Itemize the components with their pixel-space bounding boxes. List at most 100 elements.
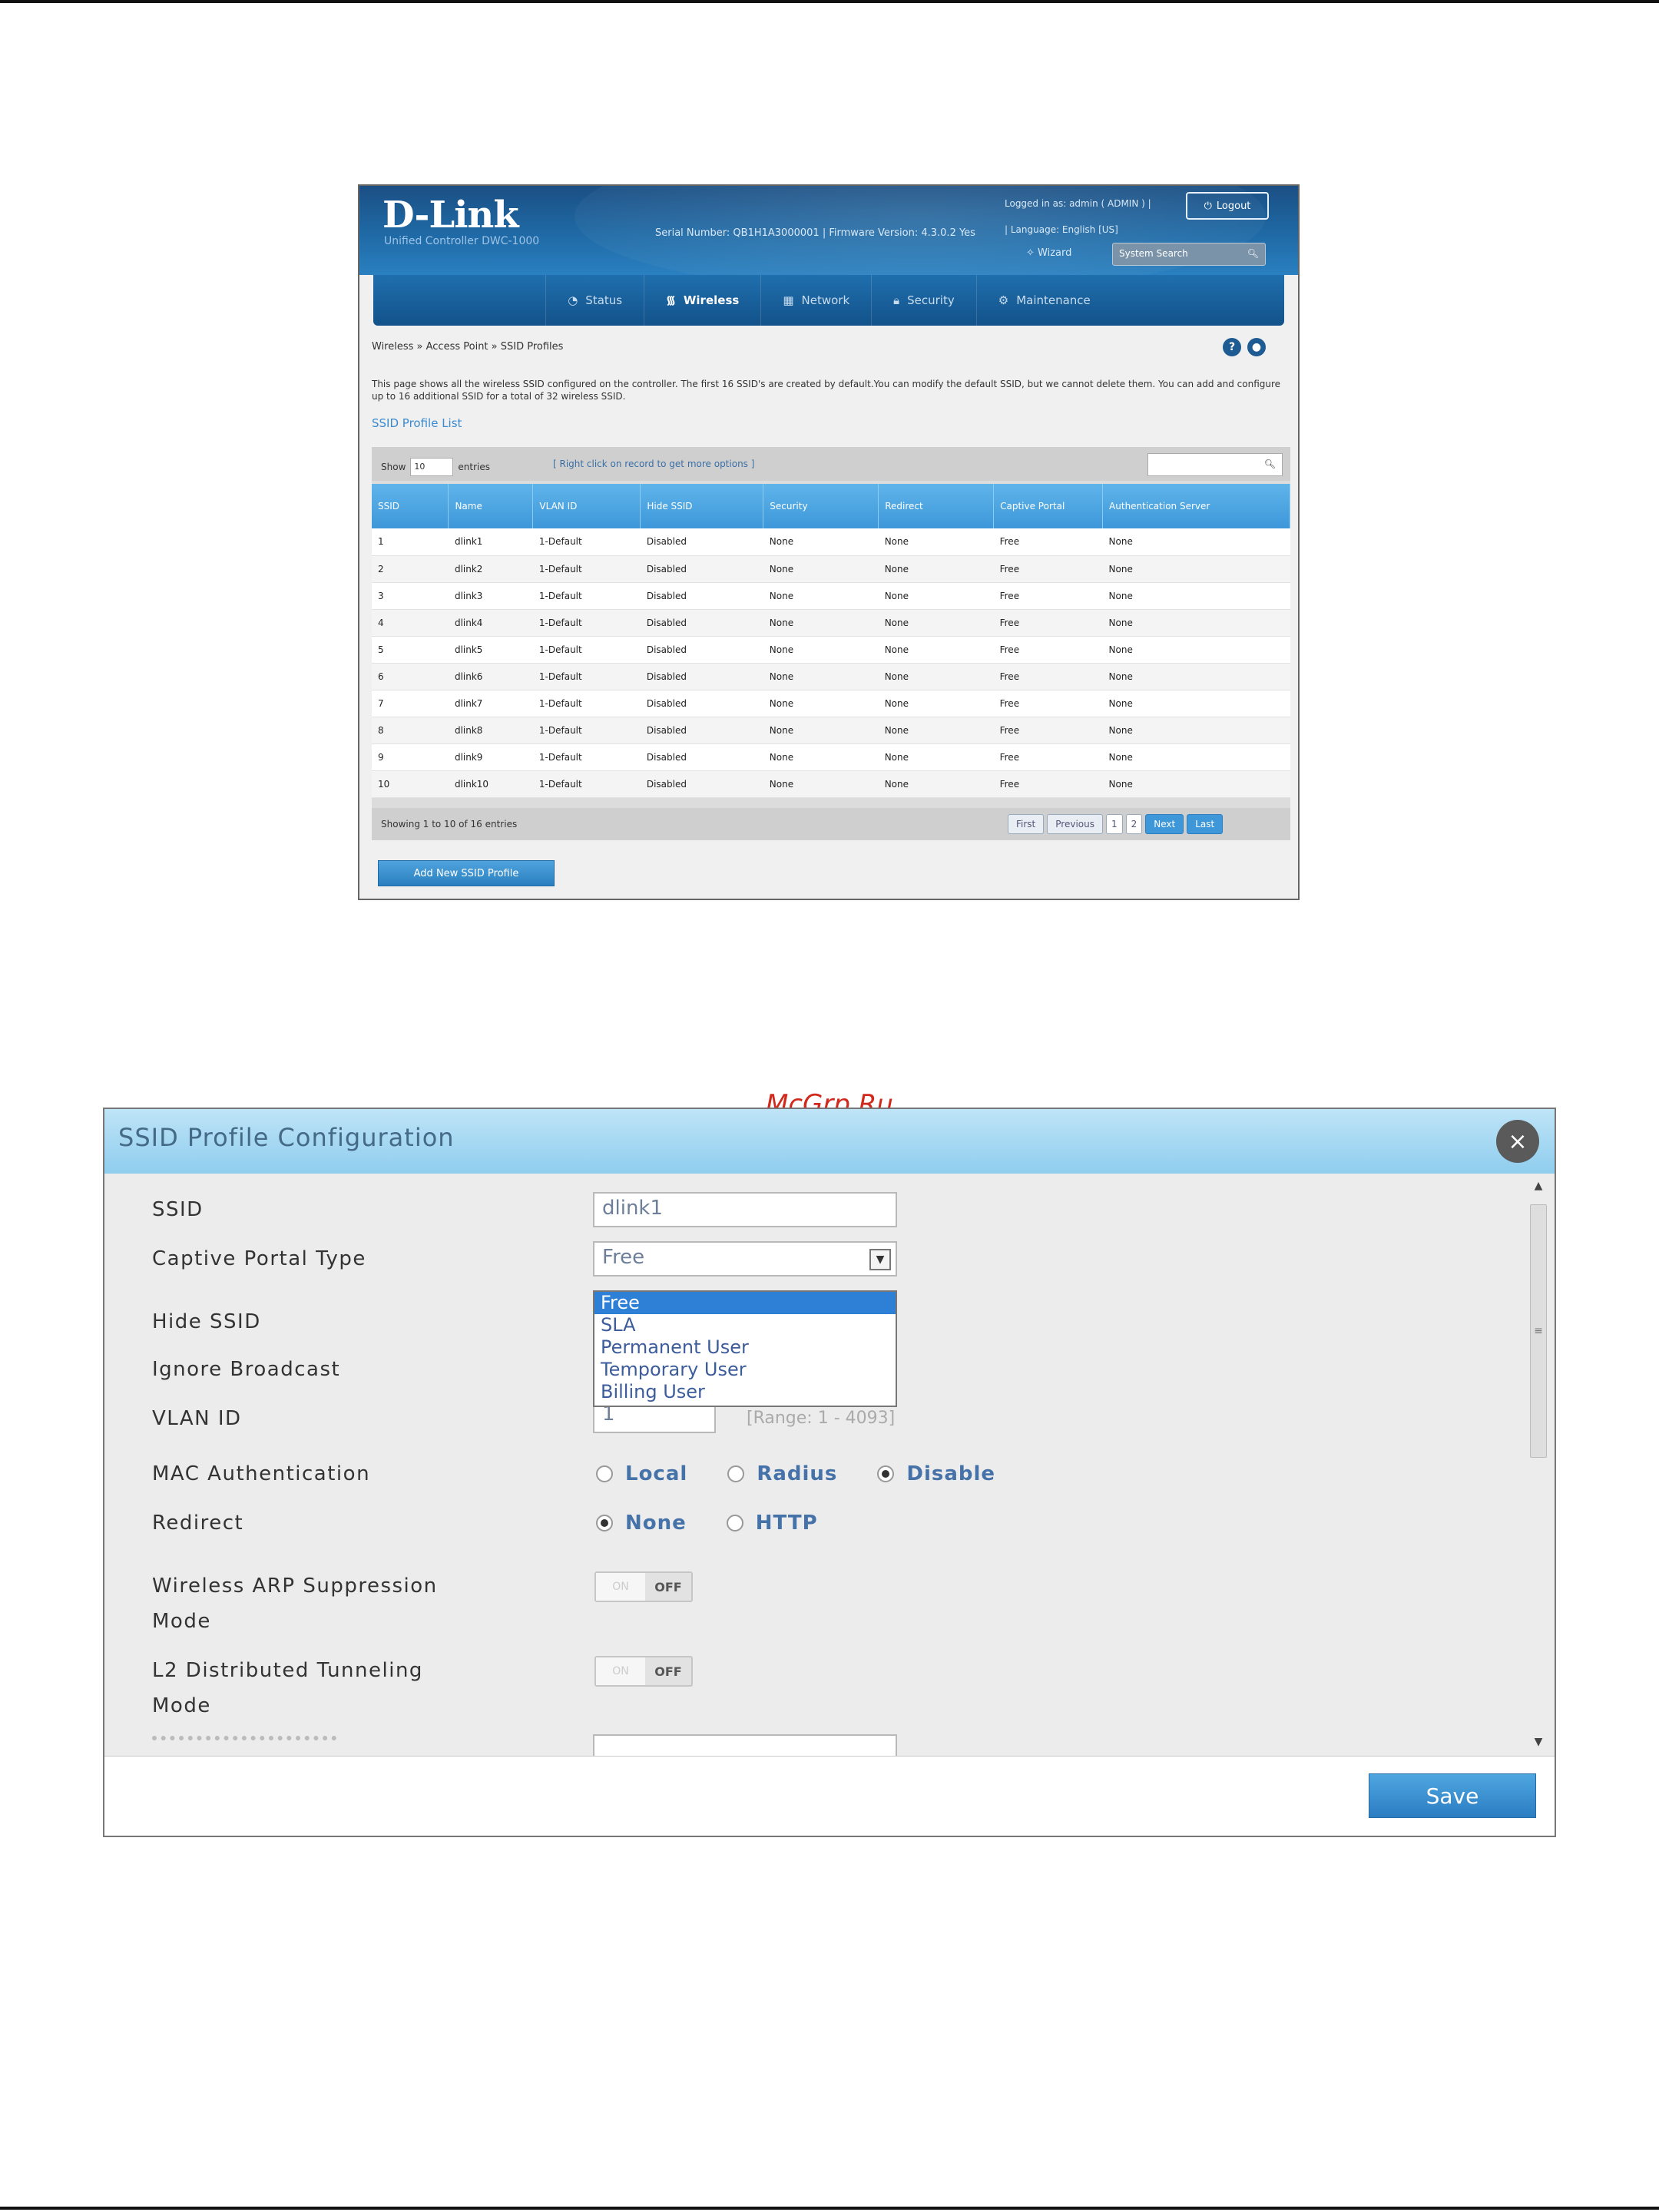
table-row[interactable]: 10 dlink10 1-Default Disabled None None Free No…	[372, 770, 1290, 798]
table-row[interactable]: 3 dlink3 1-Default Disabled None None Free None	[372, 582, 1290, 610]
ssid-table: SSID Name VLAN ID Hide SSID Security Redirect…	[372, 484, 1290, 798]
column-header[interactable]: Redirect	[878, 484, 995, 528]
hide-ssid-label: Hide SSID	[152, 1310, 261, 1333]
ssid-label: SSID	[152, 1198, 204, 1221]
scroll-up-icon[interactable]: ▲	[1528, 1178, 1548, 1194]
table-cell: 1-Default	[532, 663, 641, 690]
redirect-none-option[interactable]: None	[596, 1512, 687, 1535]
nav-status[interactable]: ◔ Status	[545, 275, 644, 326]
ssid-profile-configuration-modal: SSID Profile Configuration × SSID dlink1…	[103, 1108, 1556, 1837]
modal-scrollbar[interactable]: ▲ ≡ ▼	[1528, 1178, 1548, 1750]
nav-maintenance[interactable]: ⚙ Maintenance	[975, 275, 1112, 326]
table-cell: None	[1102, 690, 1290, 717]
table-cell: Free	[993, 717, 1103, 744]
save-button[interactable]: Save	[1369, 1773, 1536, 1818]
table-cell: 1-Default	[532, 743, 641, 771]
modal-body: SSID dlink1 Captive Portal Type Free ▼ H…	[104, 1174, 1555, 1756]
info-icon[interactable]: ●	[1247, 338, 1266, 356]
table-row[interactable]: 1 dlink1 1-Default Disabled None None Free None	[372, 528, 1290, 556]
power-icon: ⏻	[1204, 200, 1212, 212]
nav-wireless[interactable]: ᯾ Wireless	[644, 275, 760, 326]
pagination: First Previous 1 2 Next Last	[1008, 814, 1224, 834]
radio-disable[interactable]	[877, 1465, 895, 1482]
table-cell: dlink10	[448, 770, 533, 798]
scroll-down-icon[interactable]: ▼	[1528, 1734, 1548, 1750]
nav-network[interactable]: ▦ Network	[760, 275, 871, 326]
ssid-table-panel: Show 10 entries [ Right click on record …	[372, 447, 1290, 840]
toggle-off-label: OFF	[654, 1579, 682, 1594]
l2-tunneling-toggle[interactable]: ON OFF	[594, 1656, 693, 1687]
add-ssid-profile-button[interactable]: Add New SSID Profile	[378, 860, 555, 886]
logout-button[interactable]: ⏻ Logout	[1186, 192, 1269, 220]
page-2-button[interactable]: 2	[1125, 814, 1143, 834]
close-icon[interactable]: ×	[1496, 1120, 1539, 1163]
table-cell: 1-Default	[532, 690, 641, 717]
column-header[interactable]: VLAN ID	[532, 484, 641, 528]
table-cell: 1-Default	[532, 636, 641, 664]
column-header[interactable]: Captive Portal	[993, 484, 1104, 528]
table-cell: dlink2	[448, 555, 533, 583]
dropdown-option-free[interactable]: Free	[594, 1292, 896, 1314]
entries-select[interactable]: 10	[410, 458, 454, 476]
nav-status-label: Status	[585, 293, 623, 307]
table-cell: Disabled	[640, 636, 763, 664]
column-header[interactable]: SSID	[372, 484, 449, 528]
search-icon: 🔍︎	[1247, 248, 1259, 259]
arp-suppression-toggle[interactable]: ON OFF	[594, 1571, 693, 1602]
table-cell: Disabled	[640, 690, 763, 717]
radio-none[interactable]	[596, 1515, 613, 1532]
nav-security[interactable]: 🔒︎ Security	[871, 275, 976, 326]
lock-icon: 🔒︎	[893, 293, 900, 307]
radio-http[interactable]	[726, 1515, 743, 1532]
scrollbar-thumb[interactable]: ≡	[1530, 1204, 1547, 1458]
previous-page-button[interactable]: Previous	[1047, 814, 1103, 834]
column-header[interactable]: Hide SSID	[640, 484, 764, 528]
nav-maintenance-label: Maintenance	[1016, 293, 1091, 307]
table-row[interactable]: 4 dlink4 1-Default Disabled None None Free None	[372, 609, 1290, 637]
table-row[interactable]: 9 dlink9 1-Default Disabled None None Free None	[372, 743, 1290, 771]
table-search-input[interactable]: 🔍︎	[1147, 453, 1283, 476]
mac-auth-local-option[interactable]: Local	[596, 1462, 687, 1485]
top-rule	[0, 0, 1659, 3]
dropdown-option-permanent-user[interactable]: Permanent User	[594, 1336, 896, 1359]
column-header[interactable]: Authentication Server	[1102, 484, 1290, 528]
table-row[interactable]: 2 dlink2 1-Default Disabled None None Free None	[372, 555, 1290, 583]
cut-off-select[interactable]	[593, 1734, 897, 1756]
language-selector[interactable]: | Language: English [US]	[1005, 224, 1118, 235]
vlan-id-label: VLAN ID	[152, 1407, 242, 1430]
radio-radius[interactable]	[727, 1465, 745, 1482]
table-row[interactable]: 8 dlink8 1-Default Disabled None None Free None	[372, 717, 1290, 744]
table-cell: Free	[993, 609, 1103, 637]
dropdown-option-billing-user[interactable]: Billing User	[594, 1381, 896, 1403]
mac-auth-disable-option[interactable]: Disable	[877, 1462, 995, 1485]
header-bar: D-Link Unified Controller DWC-1000 Seria…	[359, 186, 1298, 275]
table-row[interactable]: 5 dlink5 1-Default Disabled None None Free None	[372, 636, 1290, 664]
mac-auth-radius-option[interactable]: Radius	[727, 1462, 837, 1485]
dropdown-option-sla[interactable]: SLA	[594, 1314, 896, 1336]
radio-local[interactable]	[596, 1465, 613, 1482]
table-row[interactable]: 6 dlink6 1-Default Disabled None None Free None	[372, 663, 1290, 690]
column-header[interactable]: Security	[763, 484, 879, 528]
captive-portal-type-select[interactable]: Free ▼	[593, 1241, 897, 1277]
table-row[interactable]: 7 dlink7 1-Default Disabled None None Free None	[372, 690, 1290, 717]
table-cell: None	[763, 717, 879, 744]
redirect-http-option[interactable]: HTTP	[726, 1512, 818, 1535]
system-search-input[interactable]: System Search 🔍︎	[1112, 243, 1266, 266]
help-icon[interactable]: ?	[1223, 338, 1241, 356]
logged-in-info: Logged in as: admin ( ADMIN ) |	[1005, 198, 1151, 209]
next-page-button[interactable]: Next	[1145, 814, 1184, 834]
wizard-link[interactable]: ✧ Wizard	[1026, 247, 1071, 259]
chevron-down-icon[interactable]: ▼	[869, 1249, 891, 1270]
table-cell: None	[1102, 555, 1290, 583]
dropdown-option-temporary-user[interactable]: Temporary User	[594, 1359, 896, 1381]
captive-portal-selected: Free	[602, 1246, 645, 1269]
l2-tunneling-label: L2 Distributed Tunneling	[152, 1659, 423, 1682]
ssid-input[interactable]: dlink1	[593, 1192, 897, 1227]
last-page-button[interactable]: Last	[1187, 814, 1224, 834]
mac-auth-local-label: Local	[625, 1462, 688, 1485]
first-page-button[interactable]: First	[1008, 814, 1045, 834]
column-header[interactable]: Name	[448, 484, 534, 528]
table-cell: None	[878, 555, 994, 583]
table-cell: Disabled	[640, 582, 763, 610]
page-1-button[interactable]: 1	[1105, 814, 1123, 834]
